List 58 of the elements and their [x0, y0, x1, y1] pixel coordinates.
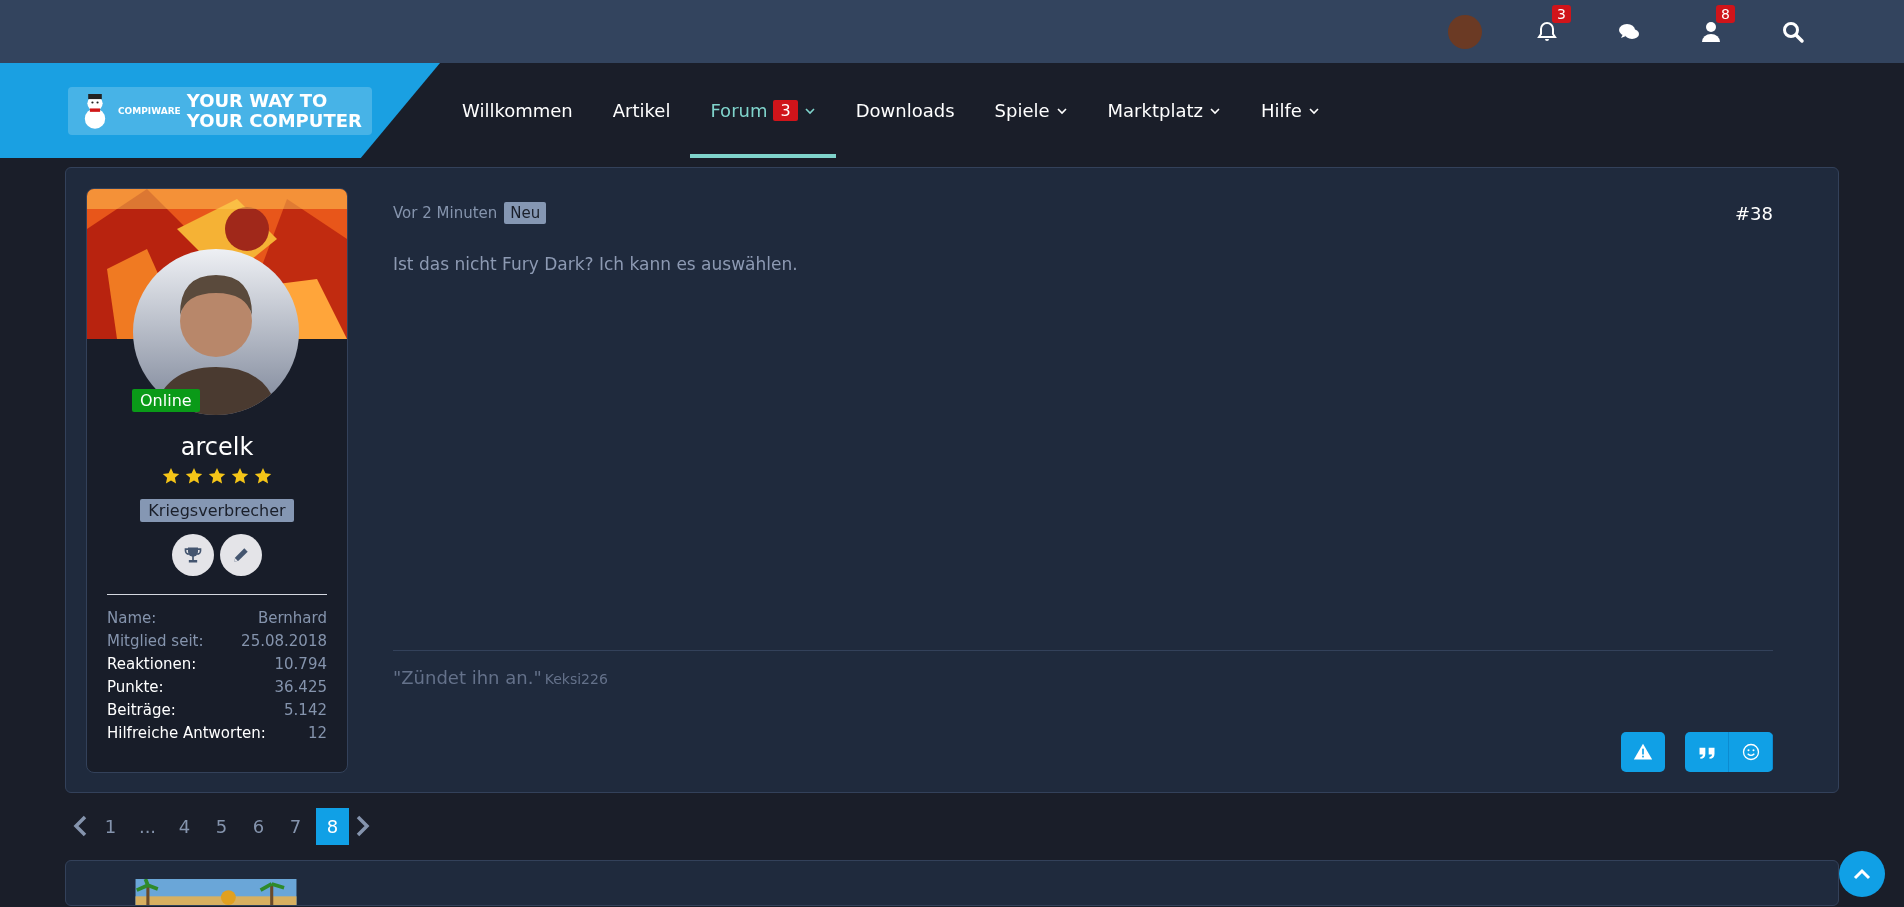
signature-quote: "Zündet ihn an." — [393, 667, 542, 688]
trophy-button[interactable] — [172, 534, 214, 576]
pencil-icon — [231, 545, 251, 565]
bell-icon[interactable] — [1535, 19, 1559, 44]
stat-value: 25.08.2018 — [241, 632, 327, 651]
nav-tab[interactable]: Willkommen — [442, 63, 593, 158]
quote-button[interactable] — [1685, 732, 1729, 772]
search-icon[interactable] — [1781, 19, 1805, 44]
count-badge: 3 — [773, 100, 798, 121]
post-text: Ist das nicht Fury Dark? Ich kann es auswählen. — [393, 254, 799, 276]
nav-tab[interactable]: Hilfe — [1240, 63, 1340, 158]
trophy-icon — [183, 545, 203, 565]
star-icon — [231, 467, 249, 485]
logo-text: COMPIWARE — [118, 105, 181, 116]
stat-value: 12 — [307, 724, 327, 743]
edit-button[interactable] — [220, 534, 262, 576]
warning-icon — [1633, 742, 1653, 762]
stat-value: 10.794 — [274, 655, 327, 674]
stat-value: 5.142 — [284, 701, 327, 720]
post-time[interactable]: Vor 2 Minuten — [393, 204, 498, 222]
stat-value: 36.425 — [274, 678, 327, 697]
nav-tab[interactable]: Forum 3 — [690, 63, 836, 158]
nav-tab[interactable]: Spiele — [974, 63, 1088, 158]
star-icon — [254, 467, 272, 485]
stat-label: Hilfreiche Antworten: — [107, 724, 266, 743]
page-link[interactable]: 1 — [94, 807, 127, 845]
nav-tab[interactable]: Artikel — [592, 63, 691, 158]
logo-text: YOUR WAY TO — [186, 90, 329, 111]
page-link[interactable]: ... — [131, 807, 164, 845]
star-icon — [185, 467, 203, 485]
status-badge: Online — [132, 389, 200, 412]
stat-label: Punkte: — [107, 678, 164, 697]
signature-author: Keksi226 — [544, 671, 608, 687]
stat-label: Mitglied seit: — [107, 632, 204, 651]
nav-tab[interactable]: Marktplatz — [1087, 63, 1241, 158]
scroll-top-button[interactable] — [1839, 851, 1885, 897]
nav-tab[interactable]: Downloads — [835, 63, 975, 158]
stat-label: Beiträge: — [107, 701, 176, 720]
smiley-icon — [1740, 742, 1761, 762]
new-tag: Neu — [504, 202, 547, 224]
star-icon — [208, 467, 226, 485]
user-title: Kriegsverbrecher — [140, 499, 294, 522]
user-icon[interactable] — [1699, 19, 1723, 44]
page-link[interactable]: 4 — [168, 807, 201, 845]
stat-value: Bernhard — [257, 609, 327, 628]
count-badge: 8 — [1716, 5, 1735, 23]
report-button[interactable] — [1621, 732, 1665, 772]
post-number[interactable]: #38 — [1735, 202, 1773, 224]
stat-label: Reaktionen: — [107, 655, 197, 674]
stat-label: Name: — [107, 609, 157, 628]
star-icon — [162, 467, 180, 485]
count-badge: 3 — [1552, 5, 1571, 23]
reaction-button[interactable] — [1729, 732, 1773, 772]
page-link[interactable]: 6 — [242, 807, 275, 845]
logo-text: YOUR COMPUTER — [186, 110, 362, 131]
page-link[interactable]: 5 — [205, 807, 238, 845]
page-link[interactable]: 7 — [279, 807, 312, 845]
username[interactable]: arcelk — [180, 433, 254, 461]
